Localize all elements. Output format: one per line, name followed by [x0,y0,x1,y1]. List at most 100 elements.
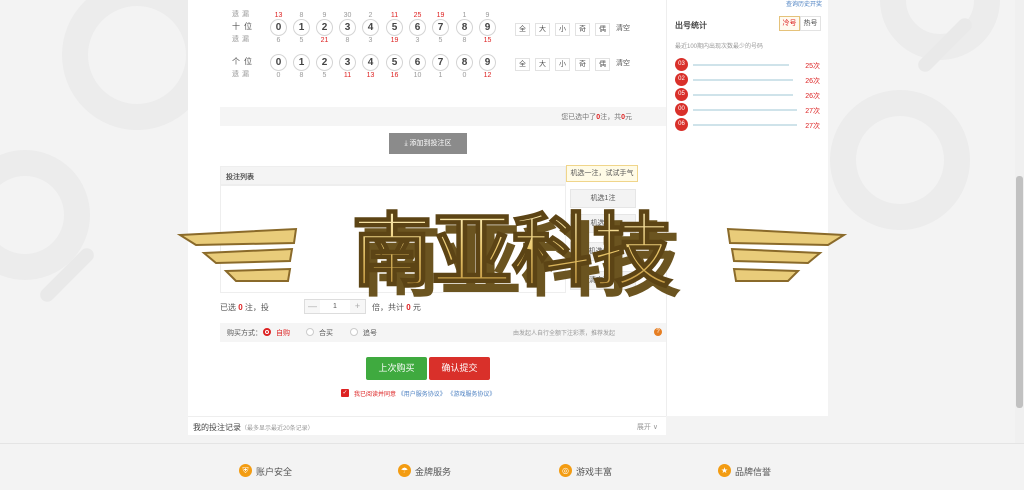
number-ball[interactable]: 6 [409,54,426,71]
miss-count: 13 [366,72,375,79]
stat-number-ball: 05 [675,88,688,101]
game-service-agreement-link[interactable]: 《游戏服务协议》 [447,392,495,398]
expand-records-button[interactable]: 展开 ∨ [637,422,658,432]
right-wing-icon [726,227,848,282]
history-draws-link[interactable]: 查询历史开奖 [786,0,822,8]
stat-bar [693,109,797,111]
stat-number-ball: 06 [675,118,688,131]
buy-mode-note: 由发起人自行全额下注彩票，推荐发起 [513,331,616,337]
filter-button[interactable]: 奇 [575,23,590,36]
footer-feature-label: 品牌信誉 [735,467,772,477]
miss-label: 遗漏 [232,71,252,78]
trophy-icon: ★ [718,464,731,477]
number-ball[interactable]: 0 [270,19,287,36]
watermark-text: 南亚科技 [352,205,672,298]
filter-button[interactable]: 全 [515,23,530,36]
miss-count: 12 [483,72,492,79]
filter-button[interactable]: 大 [535,58,550,71]
agreement-text: 我已阅读并同意 《用户服务协议》 《游戏服务协议》 [354,392,496,398]
number-ball[interactable]: 1 [293,54,310,71]
number-ball[interactable]: 3 [339,19,356,36]
number-ball[interactable]: 2 [316,54,333,71]
tab-hot-numbers[interactable]: 热号 [800,16,821,31]
gamepad-icon: ◎ [559,464,572,477]
radio-chase-number[interactable] [350,328,358,336]
filter-button[interactable]: 小 [555,58,570,71]
miss-count: 0 [462,72,467,79]
number-ball[interactable]: 9 [479,54,496,71]
filter-button[interactable]: 偶 [595,23,610,36]
bet-records-bar: 我的投注记录（最多显示最近20条记录） 展开 ∨ [188,416,666,435]
number-ball[interactable]: 2 [316,19,333,36]
number-ball[interactable]: 3 [339,54,356,71]
multiplier-stepper: — 1 + [304,299,366,314]
miss-count: 8 [299,12,304,19]
miss-count: 16 [390,72,399,79]
buy-mode-label: 购买方式： [227,330,262,337]
filter-button[interactable]: 奇 [575,58,590,71]
footer-feature-label: 游戏丰富 [576,467,613,477]
page-scrollbar[interactable] [1015,0,1024,443]
stat-count: 26次 [805,78,820,85]
selection-summary-bar: 您已选中了0注，共0元 [220,107,666,126]
number-ball[interactable]: 7 [432,54,449,71]
miss-label: 遗漏 [232,11,252,18]
miss-count: 19 [390,37,399,44]
miss-count: 8 [299,72,304,79]
number-ball[interactable]: 8 [456,19,473,36]
stat-bar [693,64,789,66]
miss-count: 5 [299,37,304,44]
scrollbar-thumb[interactable] [1016,176,1023,408]
multiplier-input[interactable]: 1 [320,300,350,313]
buy-mode-bar: 购买方式： 自购 合买 追号 由发起人自行全额下注彩票，推荐发起 ? [220,323,666,342]
umbrella-icon: ☂ [398,464,411,477]
miss-count: 3 [368,37,373,44]
number-ball[interactable]: 4 [362,54,379,71]
number-ball[interactable]: 1 [293,19,310,36]
number-ball[interactable]: 6 [409,19,426,36]
filter-button[interactable]: 大 [535,23,550,36]
miss-count: 3 [415,37,420,44]
radio-group-buy[interactable] [306,328,314,336]
number-stat-row: 02 26次 [675,73,825,86]
user-service-agreement-link[interactable]: 《用户服务协议》 [398,392,446,398]
confirm-submit-button[interactable]: 确认提交 [429,357,490,380]
miss-count: 8 [345,37,350,44]
stepper-minus-button[interactable]: — [305,300,320,313]
number-ball[interactable]: 8 [456,54,473,71]
number-ball[interactable]: 0 [270,54,287,71]
miss-label: 遗漏 [232,36,252,43]
stepper-plus-button[interactable]: + [350,300,365,313]
number-ball[interactable]: 5 [386,54,403,71]
number-ball[interactable]: 4 [362,19,379,36]
miss-count: 11 [343,72,352,79]
number-ball[interactable]: 5 [386,19,403,36]
left-wing-icon [176,227,298,282]
miss-count: 9 [485,12,490,19]
footer: ⛨ 账户安全 ☂ 金牌服务 ◎ 游戏丰富 ★ 品牌信誉 [0,443,1024,490]
filter-button[interactable]: 小 [555,23,570,36]
clear-row-button[interactable]: 清空 [616,58,630,68]
miss-count: 25 [413,12,422,19]
stat-count: 27次 [805,123,820,130]
miss-count: 1 [462,12,467,19]
help-icon[interactable]: ? [654,328,662,336]
add-to-bet-button[interactable]: ⤓ 添加到投注区 [389,133,467,154]
number-ball[interactable]: 7 [432,19,449,36]
miss-count: 2 [368,12,373,19]
filter-button[interactable]: 偶 [595,58,610,71]
last-purchase-button[interactable]: 上次购买 [366,357,427,380]
total-text: 倍，共计 0 元 [372,303,421,312]
position-label: 个位 [232,57,256,66]
clear-row-button[interactable]: 清空 [616,23,630,33]
filter-button[interactable]: 全 [515,58,530,71]
stat-bar [693,124,797,126]
miss-count: 8 [462,37,467,44]
tab-cold-numbers[interactable]: 冷号 [779,16,800,31]
number-ball[interactable]: 9 [479,19,496,36]
miss-count: 6 [276,37,281,44]
position-label: 十位 [232,22,256,31]
radio-self-buy[interactable] [263,328,271,336]
agree-checkbox[interactable]: ✓ [341,389,349,397]
stat-count: 27次 [805,108,820,115]
